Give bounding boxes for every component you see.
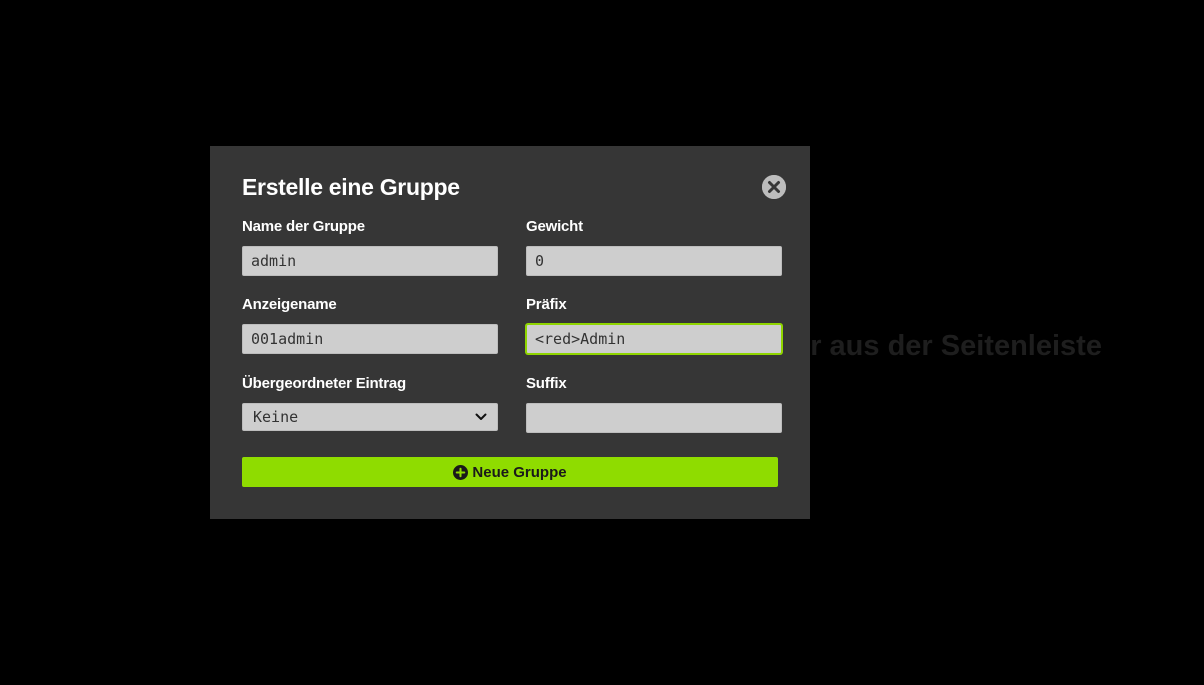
suffix-input[interactable] bbox=[526, 403, 782, 433]
parent-entry-label: Übergeordneter Eintrag bbox=[242, 375, 406, 392]
new-group-button-label: Neue Gruppe bbox=[472, 463, 567, 481]
prefix-input[interactable] bbox=[526, 324, 782, 354]
chevron-down-icon bbox=[475, 413, 487, 420]
weight-label: Gewicht bbox=[526, 218, 583, 235]
plus-circle-icon bbox=[453, 464, 469, 480]
parent-entry-select[interactable]: Keine bbox=[242, 403, 498, 431]
new-group-button[interactable]: Neue Gruppe bbox=[242, 457, 778, 487]
weight-input[interactable] bbox=[526, 246, 782, 276]
group-name-label: Name der Gruppe bbox=[242, 218, 365, 235]
group-name-input[interactable] bbox=[242, 246, 498, 276]
prefix-label: Präfix bbox=[526, 296, 567, 313]
suffix-label: Suffix bbox=[526, 375, 567, 392]
create-group-modal: Erstelle eine Gruppe Name der Gruppe Gew… bbox=[210, 146, 810, 519]
parent-entry-selected-value: Keine bbox=[253, 408, 299, 426]
close-button[interactable] bbox=[762, 175, 786, 199]
close-circle-icon bbox=[762, 175, 786, 199]
display-name-label: Anzeigename bbox=[242, 296, 337, 313]
display-name-input[interactable] bbox=[242, 324, 498, 354]
modal-title: Erstelle eine Gruppe bbox=[242, 174, 460, 200]
